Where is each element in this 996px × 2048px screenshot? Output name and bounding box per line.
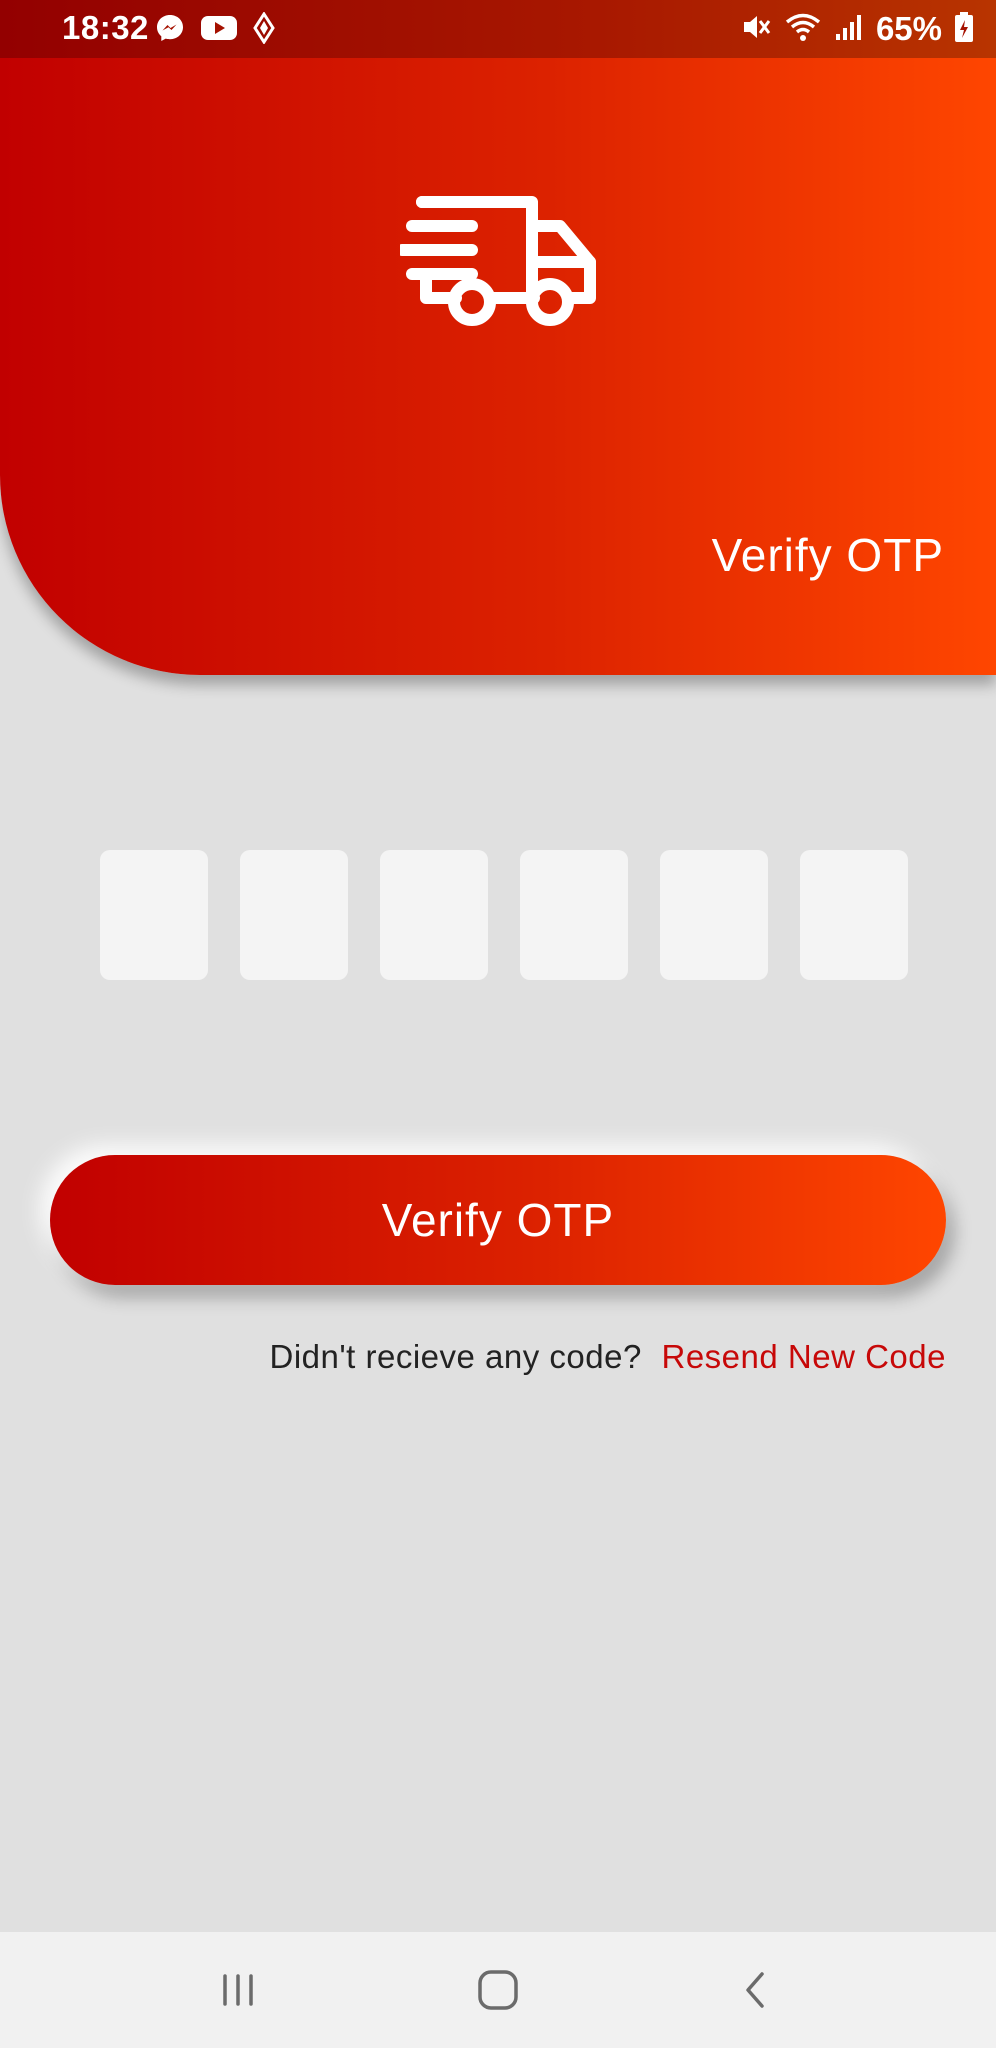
header-banner: 18:32 65% Verify OTP — [0, 0, 996, 675]
back-icon — [746, 1972, 764, 2008]
verify-otp-button[interactable]: Verify OTP — [50, 1155, 946, 1285]
navigation-icon — [252, 11, 276, 49]
otp-digit-4[interactable] — [520, 850, 628, 980]
status-time: 18:32 — [62, 9, 149, 46]
otp-digit-5[interactable] — [660, 850, 768, 980]
otp-input-row — [100, 850, 908, 980]
otp-digit-3[interactable] — [380, 850, 488, 980]
mute-icon — [740, 11, 772, 48]
back-button[interactable] — [686, 1932, 826, 2048]
recent-apps-icon — [223, 1974, 253, 2006]
recent-apps-button[interactable] — [168, 1932, 308, 2048]
home-button[interactable] — [428, 1932, 568, 2048]
otp-digit-2[interactable] — [240, 850, 348, 980]
resend-code-row: Didn't recieve any code? Resend New Code — [269, 1338, 946, 1376]
messenger-icon — [154, 12, 186, 49]
navigation-bar — [0, 1932, 996, 2048]
system-icons: 65% — [740, 10, 974, 48]
wifi-icon — [784, 11, 822, 48]
battery-percent: 65% — [875, 10, 942, 47]
status-bar: 18:32 65% — [0, 0, 996, 58]
resend-question: Didn't recieve any code? — [269, 1338, 642, 1375]
youtube-icon — [200, 14, 238, 47]
verify-otp-button-label: Verify OTP — [381, 1194, 615, 1246]
battery-charging-icon — [954, 11, 974, 48]
notification-icons — [154, 11, 276, 49]
otp-digit-6[interactable] — [800, 850, 908, 980]
home-icon — [478, 1970, 518, 2010]
delivery-truck-icon — [400, 196, 596, 326]
resend-code-link[interactable]: Resend New Code — [662, 1338, 947, 1375]
otp-digit-1[interactable] — [100, 850, 208, 980]
signal-icon — [834, 12, 864, 47]
header-title: Verify OTP — [711, 529, 944, 581]
